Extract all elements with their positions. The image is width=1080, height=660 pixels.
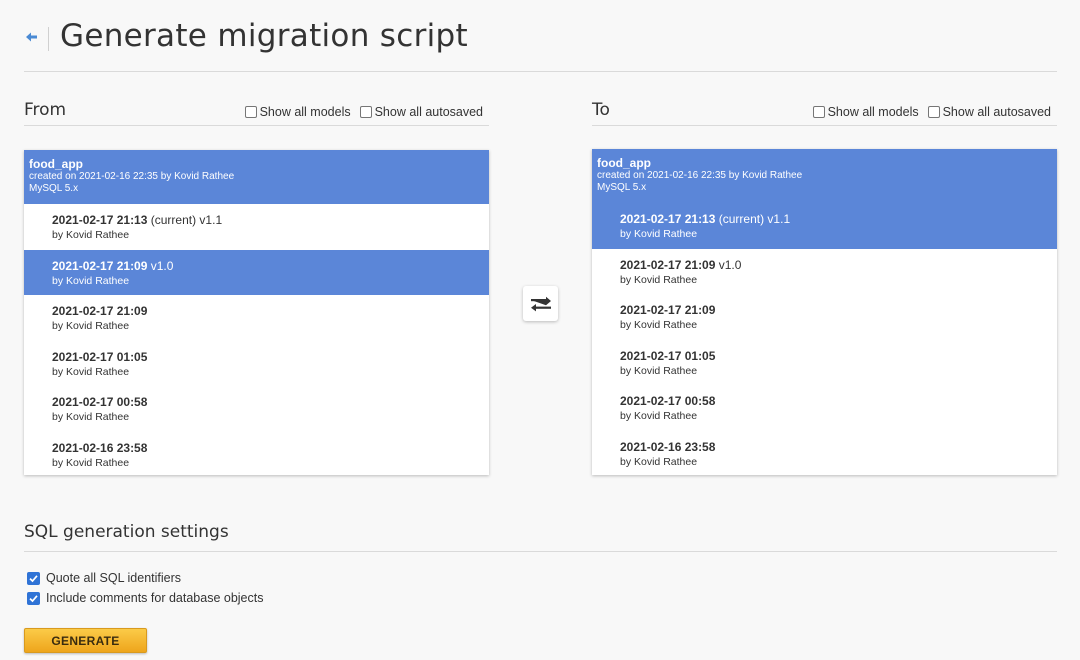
model-created: created on 2021-02-16 22:35 by Kovid Rat… <box>597 170 803 181</box>
to-revision-item[interactable]: 2021-02-17 21:09 v1.0 by Kovid Rathee <box>592 249 1057 295</box>
from-title: From <box>24 100 67 120</box>
revision-author: by Kovid Rathee <box>620 319 698 332</box>
page-title: Generate migration script <box>60 18 468 54</box>
page-header: Generate migration script <box>24 14 1057 72</box>
to-revision-item[interactable]: 2021-02-17 00:58 by Kovid Rathee <box>592 385 1057 431</box>
to-revision-item[interactable]: 2021-02-17 21:09 by Kovid Rathee <box>592 294 1057 340</box>
quote-identifiers-label: Quote all SQL identifiers <box>46 571 182 585</box>
from-revision-item[interactable]: 2021-02-17 01:05 by Kovid Rathee <box>24 341 489 387</box>
revision-author: by Kovid Rathee <box>52 274 130 287</box>
to-revision-list: food_app created on 2021-02-16 22:35 by … <box>592 149 1057 475</box>
model-name: food_app <box>597 156 651 170</box>
revision-author: by Kovid Rathee <box>52 411 130 424</box>
include-comments-checkbox[interactable]: Include comments for database objects <box>27 591 263 605</box>
from-show-all-models-checkbox[interactable]: Show all models <box>244 105 351 119</box>
quote-identifiers-checkbox[interactable]: Quote all SQL identifiers <box>27 571 181 585</box>
checkbox-icon[interactable] <box>927 106 940 118</box>
revision-date: 2021-02-17 21:09 <box>620 303 716 318</box>
model-created: created on 2021-02-16 22:35 by Kovid Rat… <box>29 171 235 182</box>
revision-tag: (current) v1.1 <box>715 212 791 226</box>
from-revision-item[interactable]: 2021-02-17 21:09 by Kovid Rathee <box>24 295 489 341</box>
checkbox-icon[interactable] <box>359 106 372 118</box>
revision-date: 2021-02-17 00:58 <box>620 394 716 409</box>
revision-author: by Kovid Rathee <box>620 455 698 468</box>
from-revision-item[interactable]: 2021-02-17 21:13 (current) v1.1 by Kovid… <box>24 204 489 250</box>
checkbox-icon[interactable] <box>244 106 257 118</box>
revision-date: 2021-02-17 21:09 <box>52 304 148 319</box>
revision-date: 2021-02-17 21:09 <box>620 257 716 272</box>
revision-tag: v1.0 <box>715 257 742 272</box>
from-show-all-autosaved-label: Show all autosaved <box>374 105 483 119</box>
to-show-all-autosaved-label: Show all autosaved <box>942 105 1051 119</box>
revision-author: by Kovid Rathee <box>620 228 698 240</box>
from-revision-item[interactable]: 2021-02-16 23:58 by Kovid Rathee <box>24 432 489 475</box>
revision-author: by Kovid Rathee <box>620 273 698 286</box>
to-show-all-models-checkbox[interactable]: Show all models <box>812 105 919 119</box>
swap-button[interactable] <box>523 286 558 321</box>
revision-date: 2021-02-17 00:58 <box>52 395 148 410</box>
settings-title: SQL generation settings <box>24 522 229 542</box>
revision-date: 2021-02-16 23:58 <box>52 440 148 455</box>
to-model-header[interactable]: food_app created on 2021-02-16 22:35 by … <box>592 149 1057 203</box>
revision-author: by Kovid Rathee <box>52 229 130 241</box>
from-revision-item-selected[interactable]: 2021-02-17 21:09 v1.0 by Kovid Rathee <box>24 249 489 296</box>
to-pane-header: To Show all models Show all autosaved <box>592 96 1057 126</box>
revision-tag: v1.0 <box>147 258 174 273</box>
to-revision-item[interactable]: 2021-02-16 23:58 by Kovid Rathee <box>592 431 1057 475</box>
to-show-all-models-label: Show all models <box>827 105 919 119</box>
to-revision-item-selected[interactable]: 2021-02-17 21:13 (current) v1.1 by Kovid… <box>592 203 1057 249</box>
revision-date: 2021-02-17 21:09 <box>52 258 148 273</box>
from-pane-header: From Show all models Show all autosaved <box>24 96 489 126</box>
revision-author: by Kovid Rathee <box>52 320 130 333</box>
generate-button[interactable]: GENERATE <box>24 628 147 653</box>
revision-tag: (current) v1.1 <box>147 213 223 227</box>
from-show-all-models-label: Show all models <box>259 105 351 119</box>
check-icon[interactable] <box>27 591 40 605</box>
back-arrow-icon[interactable] <box>24 29 40 45</box>
revision-date: 2021-02-16 23:58 <box>620 439 716 454</box>
model-engine: MySQL 5.x <box>597 182 647 193</box>
checkbox-icon[interactable] <box>812 106 825 118</box>
settings-header: SQL generation settings <box>24 516 1057 552</box>
to-title: To <box>592 100 610 120</box>
include-comments-label: Include comments for database objects <box>46 591 264 605</box>
from-revision-list: food_app created on 2021-02-16 22:35 by … <box>24 150 489 475</box>
revision-author: by Kovid Rathee <box>52 365 130 378</box>
revision-date: 2021-02-17 21:13 <box>620 212 716 226</box>
header-divider <box>48 27 49 51</box>
from-model-header[interactable]: food_app created on 2021-02-16 22:35 by … <box>24 150 489 204</box>
from-show-all-autosaved-checkbox[interactable]: Show all autosaved <box>359 105 483 119</box>
revision-author: by Kovid Rathee <box>620 410 698 423</box>
revision-date: 2021-02-17 01:05 <box>620 348 716 363</box>
swap-arrows-icon <box>530 296 551 311</box>
to-show-all-autosaved-checkbox[interactable]: Show all autosaved <box>927 105 1051 119</box>
revision-date: 2021-02-17 21:13 <box>52 213 148 227</box>
from-revision-item[interactable]: 2021-02-17 00:58 by Kovid Rathee <box>24 386 489 432</box>
revision-author: by Kovid Rathee <box>52 456 130 469</box>
revision-date: 2021-02-17 01:05 <box>52 349 148 364</box>
revision-author: by Kovid Rathee <box>620 364 698 377</box>
to-revision-item[interactable]: 2021-02-17 01:05 by Kovid Rathee <box>592 340 1057 386</box>
model-name: food_app <box>29 157 83 171</box>
check-icon[interactable] <box>27 571 40 585</box>
model-engine: MySQL 5.x <box>29 183 79 194</box>
